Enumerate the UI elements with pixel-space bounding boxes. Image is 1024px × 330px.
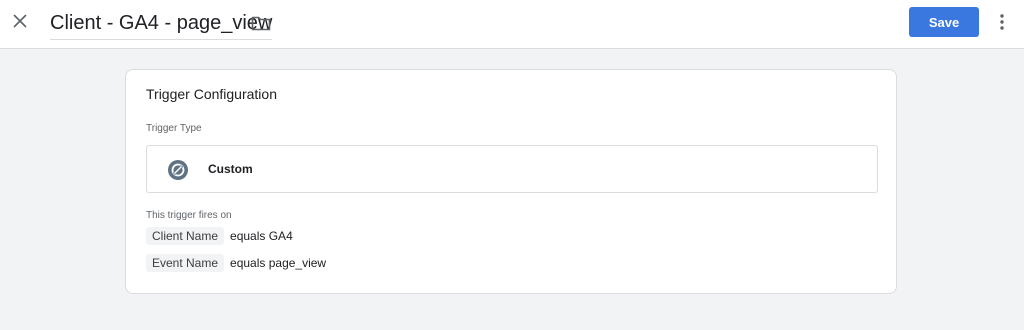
save-button[interactable]: Save <box>909 7 979 37</box>
folder-button[interactable] <box>250 12 272 34</box>
condition-operator: equals GA4 <box>230 229 293 243</box>
more-vert-icon <box>1000 14 1004 30</box>
fires-on-label: This trigger fires on <box>146 210 232 221</box>
title-field[interactable]: Client - GA4 - page_view <box>50 10 273 40</box>
page-title: Client - GA4 - page_view <box>50 12 273 34</box>
more-options-button[interactable] <box>992 10 1012 34</box>
condition-row: Client Name equals GA4 <box>146 227 293 245</box>
trigger-type-selector[interactable]: Custom <box>146 145 878 193</box>
custom-trigger-icon <box>168 160 188 180</box>
close-icon <box>13 14 27 28</box>
trigger-type-value: Custom <box>208 162 253 176</box>
condition-variable: Client Name <box>146 227 225 245</box>
folder-icon <box>251 16 271 31</box>
condition-row: Event Name equals page_view <box>146 254 326 272</box>
close-button[interactable] <box>8 9 32 33</box>
trigger-configuration-card: Trigger Configuration Trigger Type Custo… <box>125 69 897 294</box>
top-bar: Client - GA4 - page_view Save <box>0 0 1024 49</box>
card-title: Trigger Configuration <box>146 86 277 102</box>
trigger-type-label: Trigger Type <box>146 123 202 134</box>
condition-operator: equals page_view <box>230 256 327 270</box>
condition-variable: Event Name <box>146 254 225 272</box>
